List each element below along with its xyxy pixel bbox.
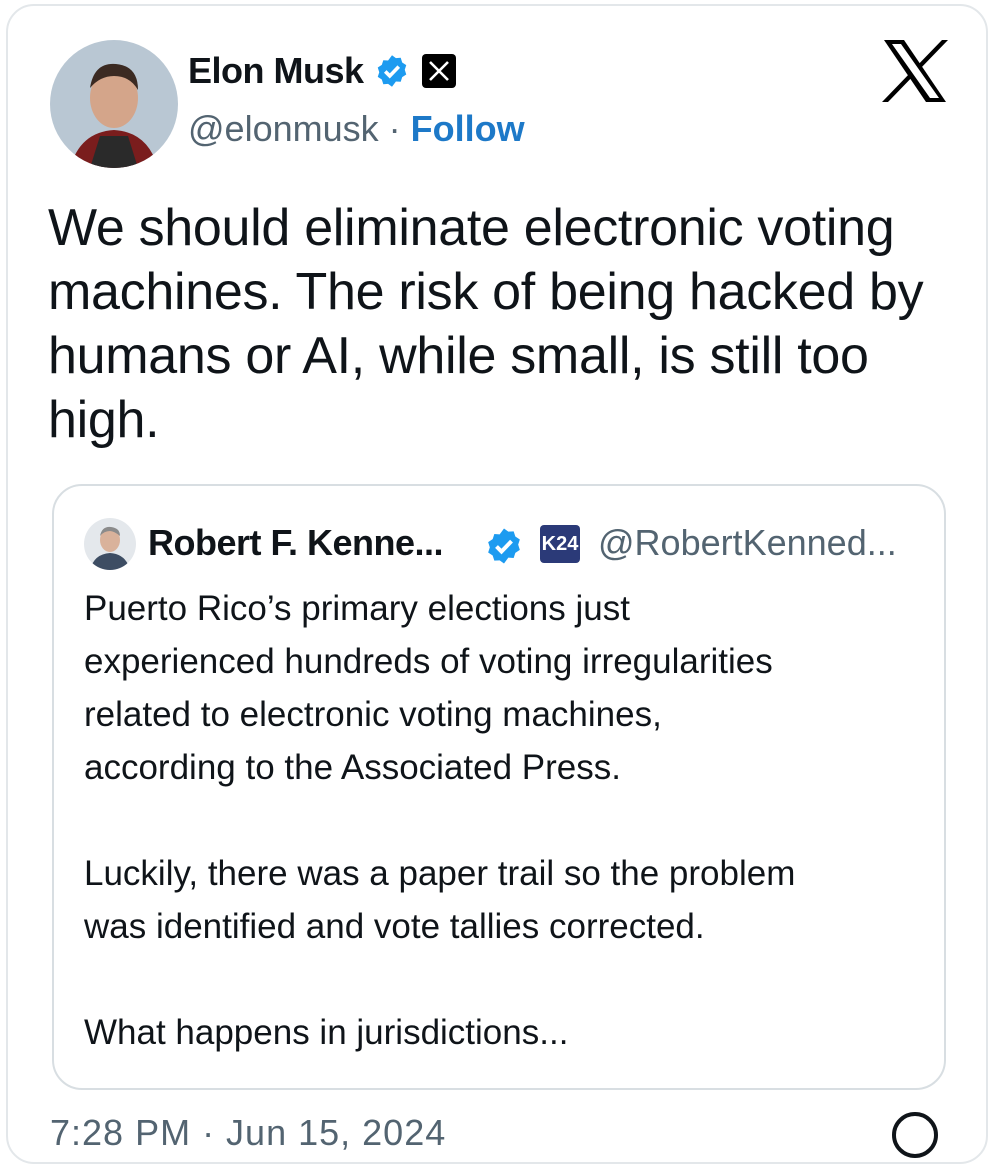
tweet-timestamp[interactable]: 7:28 PM · Jun 15, 2024 <box>50 1112 446 1154</box>
quoted-verified-check-icon <box>488 528 520 564</box>
affiliation-badge <box>421 54 456 88</box>
x-badge-icon <box>428 61 449 81</box>
author-avatar[interactable] <box>50 40 178 168</box>
info-icon[interactable] <box>892 1112 938 1158</box>
quoted-author-handle[interactable]: @RobertKenned... <box>598 522 897 564</box>
author-name[interactable]: Elon Musk <box>188 50 364 92</box>
x-logo-icon[interactable] <box>882 40 948 102</box>
quoted-author-name[interactable]: Robert F. Kenne... <box>148 522 444 564</box>
separator: · <box>388 108 401 149</box>
verified-check-icon <box>377 55 406 87</box>
author-handle[interactable]: @elonmusk <box>188 108 379 149</box>
author-handle-row: @elonmusk · Follow <box>188 108 525 150</box>
quoted-author-avatar[interactable] <box>84 518 136 570</box>
author-name-row: Elon Musk <box>188 50 456 92</box>
quoted-tweet-text: Puerto Rico’s primary elections just exp… <box>84 589 796 1052</box>
follow-button[interactable]: Follow <box>411 108 525 149</box>
quoted-affiliation-badge: K24 <box>540 525 580 563</box>
tweet-text: We should eliminate electronic voting ma… <box>48 199 924 449</box>
